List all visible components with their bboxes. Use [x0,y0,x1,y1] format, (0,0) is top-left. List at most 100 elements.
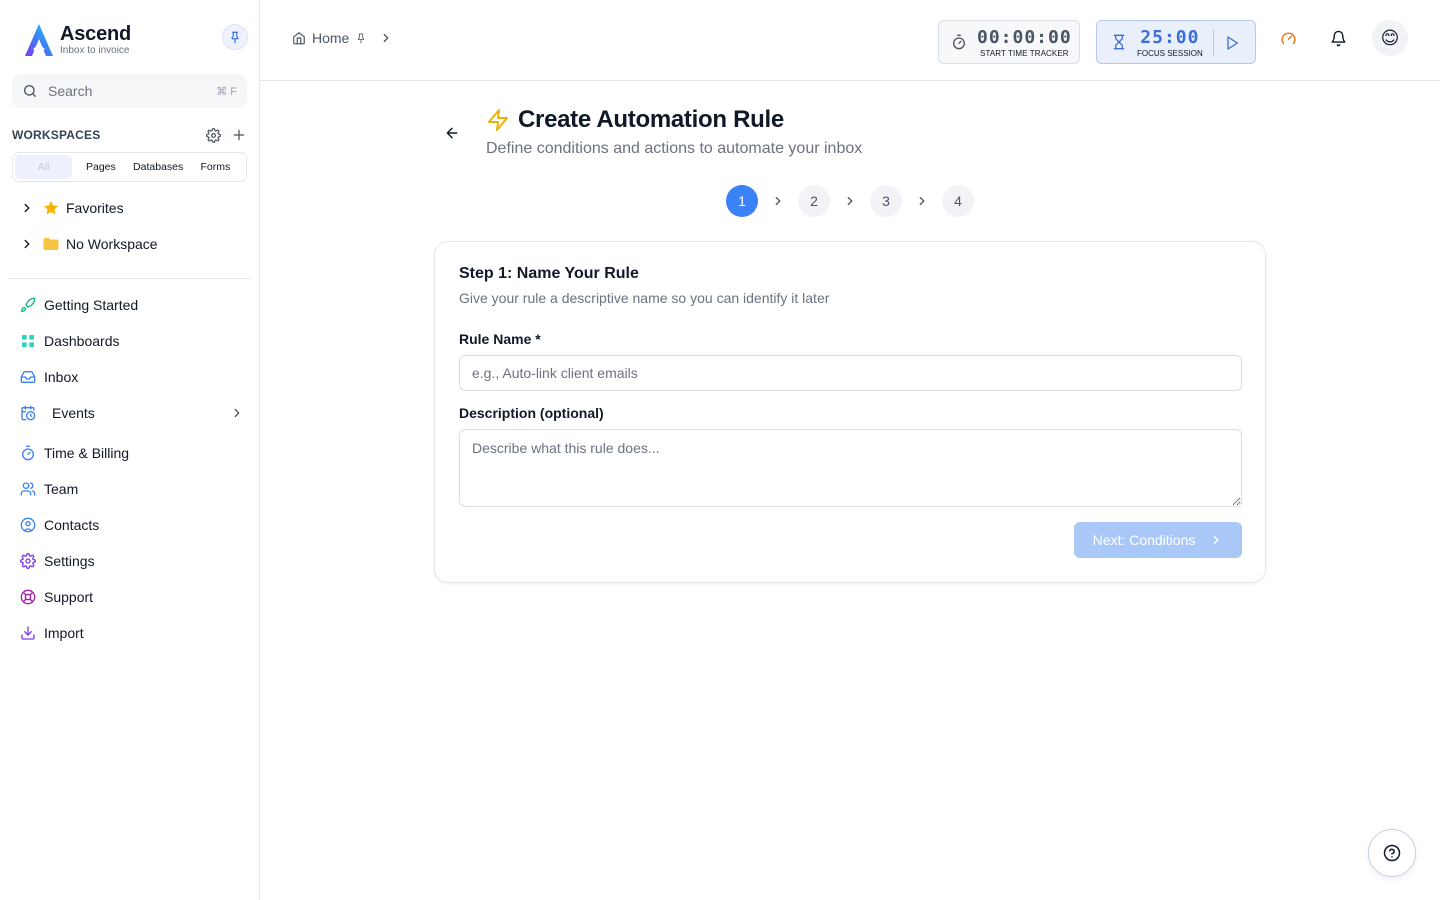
step-title: Step 1: Name Your Rule [459,265,639,282]
tab-pages[interactable]: Pages [72,155,129,179]
chevron-right-icon[interactable] [230,406,244,420]
hourglass-icon [1113,34,1125,50]
chevron-right-icon [24,203,30,213]
workspace-settings-button[interactable] [204,126,222,144]
tab-all[interactable]: All [15,155,73,179]
notifications-button[interactable] [1326,26,1350,50]
rule-name-label: Rule Name * [459,331,541,347]
tab-databases[interactable]: Databases [130,155,187,179]
page-title: Create Automation Rule [518,106,784,133]
sidebar-item-import[interactable]: Import [18,620,244,646]
pin-icon [231,31,239,44]
search-bar[interactable]: Search ⌘ F [12,74,247,108]
breadcrumb-home[interactable]: Home [312,30,349,46]
sidebar-divider [8,278,251,279]
pin-icon[interactable] [355,32,367,44]
sidebar-item-dashboards[interactable]: Dashboards [18,328,244,354]
help-circle-icon [1383,844,1401,862]
gear-icon [205,127,221,143]
tracker-time: 00:00:00 [977,26,1072,48]
workspaces-title: WORKSPACES [12,128,101,142]
sidebar-item-label: Getting Started [44,297,139,313]
back-button[interactable] [442,123,462,143]
chevron-right-icon [775,196,781,206]
sidebar-item-time-billing[interactable]: Time & Billing [18,440,244,466]
step-2[interactable]: 2 [798,185,830,217]
tracker-label: START TIME TRACKER [980,48,1069,58]
sidebar-item-contacts[interactable]: Contacts [18,512,244,538]
description-textarea[interactable] [459,429,1242,507]
download-icon [21,626,35,640]
add-workspace-button[interactable] [230,126,248,144]
search-icon [24,85,36,97]
sidebar: Ascend Inbox to invoice Search ⌘ F WORKS… [0,0,260,900]
chevron-right-icon [24,239,30,249]
tree-item-no-workspace[interactable]: No Workspace [18,232,158,256]
sidebar-item-label: Import [44,625,84,641]
sidebar-item-settings[interactable]: Settings [18,548,244,574]
help-button[interactable] [1368,829,1416,877]
start-focus-button[interactable] [1221,32,1243,54]
tree-item-favorites[interactable]: Favorites [18,196,124,220]
stopwatch-icon [22,445,34,461]
sidebar-item-team[interactable]: Team [18,476,244,502]
rule-name-input[interactable] [459,355,1242,391]
sidebar-item-label: Events [52,405,95,421]
page-subtitle: Define conditions and actions to automat… [486,140,863,157]
bell-icon [1330,30,1346,46]
stepper: 1 2 3 4 [726,185,974,217]
team-icon [20,482,36,496]
rocket-icon [21,297,36,312]
next-conditions-button[interactable]: Next: Conditions [1074,522,1242,558]
folder-icon [43,238,59,250]
chevron-right-icon [847,196,853,206]
sidebar-item-label: Dashboards [44,333,120,349]
dashboard-grid-icon [22,335,34,347]
next-button-label: Next: Conditions [1092,532,1196,548]
performance-button[interactable] [1276,26,1300,50]
sidebar-item-label: Inbox [44,369,79,385]
step-3[interactable]: 3 [870,185,902,217]
tab-forms[interactable]: Forms [187,155,244,179]
pin-sidebar-button[interactable] [222,24,248,50]
arrow-left-icon [446,127,458,139]
focus-divider [1213,30,1214,56]
inbox-icon [20,371,36,383]
chevron-right-icon [1213,535,1219,545]
sidebar-item-inbox[interactable]: Inbox [18,364,244,390]
start-time-tracker-button[interactable]: 00:00:00 START TIME TRACKER [938,20,1080,64]
sidebar-item-label: Settings [44,553,95,569]
step-subtitle: Give your rule a descriptive name so you… [459,290,830,306]
plus-icon [233,129,245,141]
description-label: Description (optional) [459,405,604,421]
focus-label: FOCUS SESSION [1137,48,1203,58]
sidebar-item-support[interactable]: Support [18,584,244,610]
home-icon [293,32,305,45]
sidebar-item-label: Time & Billing [44,445,130,461]
sidebar-item-label: Team [44,481,79,497]
workspace-filter-tabs: All Pages Databases Forms [12,152,247,182]
star-icon [43,200,59,215]
breadcrumb: Home [292,30,399,46]
focus-time: 25:00 [1140,26,1200,48]
avatar[interactable]: 😊 [1372,20,1408,56]
tree-item-label: Favorites [66,200,124,216]
support-icon [20,589,36,605]
play-icon [1227,36,1238,50]
chevron-right-icon [383,33,389,43]
ascend-logo-icon [25,24,53,56]
lightning-icon [488,109,508,131]
chevron-right-icon [919,196,925,206]
brand-tagline: Inbox to invoice [60,45,130,56]
sidebar-item-getting-started[interactable]: Getting Started [18,292,244,318]
tree-item-label: No Workspace [66,236,158,252]
contact-icon [20,517,36,533]
sidebar-item-label: Support [44,589,94,605]
sidebar-item-events[interactable]: Events [18,400,244,426]
step-1[interactable]: 1 [726,185,758,217]
brand[interactable]: Ascend Inbox to invoice [22,22,131,58]
gear-icon [20,553,36,569]
page-header: Create Automation Rule [486,106,784,134]
step-4[interactable]: 4 [942,185,974,217]
search-label: Search [48,83,93,99]
